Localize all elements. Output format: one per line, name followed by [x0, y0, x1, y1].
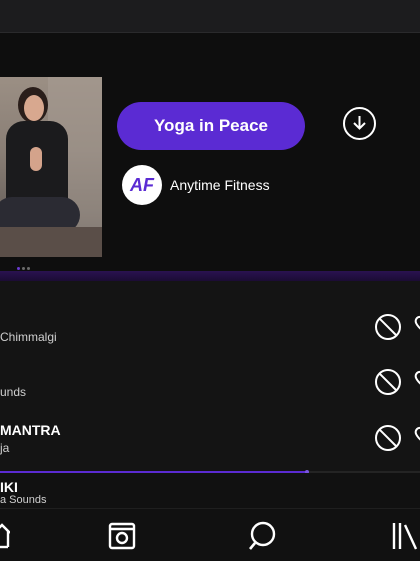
block-button[interactable]: [375, 369, 401, 395]
download-button[interactable]: [343, 107, 376, 140]
mini-player[interactable]: IKI a Sounds: [0, 473, 420, 508]
studio-logo[interactable]: AF: [122, 165, 162, 205]
search-icon[interactable]: [248, 521, 280, 553]
status-bar: [0, 0, 420, 33]
track-title: MANTRA: [0, 422, 61, 438]
library-box-icon[interactable]: [106, 521, 138, 551]
section-divider: [0, 271, 420, 281]
download-circle-icon: [353, 116, 366, 130]
block-button[interactable]: [375, 425, 401, 451]
heart-icon[interactable]: [414, 426, 420, 444]
pager-dot[interactable]: [27, 267, 30, 270]
list-item[interactable]: MANTRA ja: [0, 422, 420, 462]
pager-dot[interactable]: [22, 267, 25, 270]
studio-name[interactable]: Anytime Fitness: [170, 177, 270, 193]
now-playing-title: IKI: [0, 479, 18, 495]
pager-dots: [17, 267, 30, 270]
class-thumbnail[interactable]: [0, 77, 102, 257]
home-icon[interactable]: [0, 521, 10, 549]
list-item[interactable]: Chimmalgi: [0, 314, 420, 366]
heart-icon[interactable]: [414, 315, 420, 333]
now-playing-subtitle: a Sounds: [0, 494, 47, 506]
bottom-tab-bar: [0, 508, 420, 561]
track-list: Chimmalgi unds MANTRA ja: [0, 281, 420, 472]
track-subtitle: Chimmalgi: [0, 330, 57, 344]
track-subtitle: ja: [0, 441, 10, 455]
collection-icon[interactable]: [391, 521, 420, 551]
block-button[interactable]: [375, 314, 401, 340]
pager-dot[interactable]: [17, 267, 20, 270]
heart-icon[interactable]: [414, 370, 420, 388]
class-title-button[interactable]: Yoga in Peace: [117, 102, 305, 150]
list-item[interactable]: unds: [0, 369, 420, 421]
hero-card: [0, 33, 420, 271]
track-subtitle: unds: [0, 385, 27, 399]
